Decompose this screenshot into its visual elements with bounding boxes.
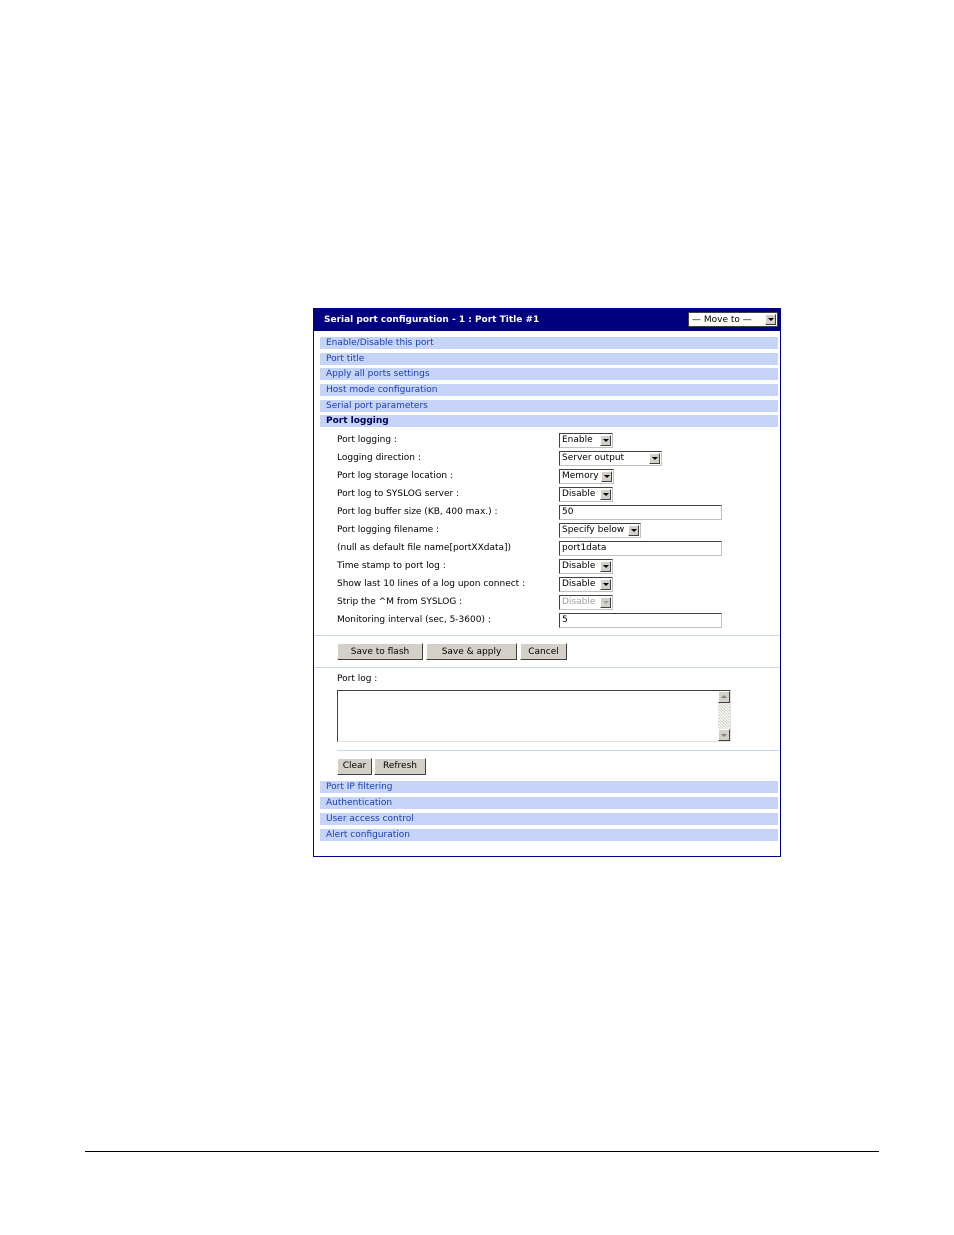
section-port-logging[interactable]: Port logging (320, 415, 778, 428)
field-label: Port logging : (337, 435, 397, 446)
section-authentication[interactable]: Authentication (320, 797, 778, 810)
serial-port-config-panel: Serial port configuration - 1 : Port Tit… (313, 308, 781, 857)
port-log-label: Port log : (337, 674, 378, 685)
section-serial-port-params[interactable]: Serial port parameters (320, 399, 778, 412)
scroll-up-icon[interactable] (718, 691, 730, 704)
field-storage-location: Port log storage location : Memory (314, 467, 780, 485)
select-value: Memory (562, 471, 599, 482)
page-footer-rule (85, 1151, 879, 1152)
strip-ctrl-m-select: Disable (559, 594, 613, 610)
show-last-lines-select[interactable]: Disable (559, 576, 613, 592)
field-monitoring-interval: Monitoring interval (sec, 5-3600) : 5 (314, 611, 780, 629)
field-syslog-server: Port log to SYSLOG server : Disable (314, 485, 780, 503)
monitoring-interval-input[interactable]: 5 (559, 612, 722, 628)
filename-input[interactable]: port1data (559, 540, 722, 556)
select-value: Disable (562, 561, 596, 572)
cancel-button[interactable]: Cancel (520, 643, 567, 661)
field-port-logging: Port logging : Enable (314, 431, 780, 449)
section-user-access-control[interactable]: User access control (320, 812, 778, 825)
logging-filename-select[interactable]: Specify below (559, 522, 641, 538)
chevron-down-icon[interactable] (628, 524, 639, 536)
field-logging-direction: Logging direction : Server output (314, 449, 780, 467)
field-show-last-lines: Show last 10 lines of a log upon connect… (314, 575, 780, 593)
section-alert-configuration[interactable]: Alert configuration (320, 828, 778, 841)
select-value: Enable (562, 435, 593, 446)
chevron-down-icon[interactable] (765, 314, 776, 325)
select-value: Disable (562, 597, 596, 608)
port-log-scrollbar[interactable] (718, 691, 730, 742)
save-apply-button[interactable]: Save & apply (426, 643, 517, 661)
chevron-down-icon[interactable] (600, 434, 611, 446)
chevron-down-icon[interactable] (600, 578, 611, 590)
form-buttons: Save to flash Save & apply Cancel (314, 636, 780, 667)
field-label: Strip the ^M from SYSLOG : (337, 597, 463, 608)
field-filename: (null as default file name[portXXdata]) … (314, 539, 780, 557)
buffer-size-input[interactable]: 50 (559, 504, 722, 520)
move-to-value: — Move to — (692, 314, 752, 325)
field-label: Monitoring interval (sec, 5-3600) : (337, 615, 491, 626)
chevron-down-icon[interactable] (600, 488, 611, 500)
field-label: Port log to SYSLOG server : (337, 489, 460, 500)
scroll-down-icon[interactable] (718, 729, 730, 742)
section-apply-all-ports[interactable]: Apply all ports settings (320, 368, 778, 381)
field-strip-ctrl-m: Strip the ^M from SYSLOG : Disable (314, 593, 780, 611)
chevron-down-icon[interactable] (601, 470, 612, 482)
field-label: (null as default file name[portXXdata]) (337, 543, 512, 554)
save-to-flash-button[interactable]: Save to flash (337, 643, 423, 661)
page-title: Serial port configuration - 1 : Port Tit… (324, 315, 540, 325)
field-label: Port logging filename : (337, 525, 440, 536)
panel-header: Serial port configuration - 1 : Port Tit… (314, 309, 780, 331)
field-buffer-size: Port log buffer size (KB, 400 max.) : 50 (314, 503, 780, 521)
chevron-down-icon (600, 596, 611, 608)
select-value: Server output (562, 453, 625, 464)
storage-location-select[interactable]: Memory (559, 468, 614, 484)
section-enable-disable-port[interactable]: Enable/Disable this port (320, 337, 778, 349)
select-value: Specify below (562, 525, 625, 536)
syslog-server-select[interactable]: Disable (559, 486, 613, 502)
clear-button[interactable]: Clear (337, 757, 372, 775)
port-log-textarea[interactable] (337, 690, 731, 743)
field-label: Port log storage location : (337, 471, 453, 482)
chevron-down-icon[interactable] (600, 560, 611, 572)
logging-direction-select[interactable]: Server output (559, 450, 662, 466)
field-label: Show last 10 lines of a log upon connect… (337, 579, 526, 590)
field-label: Port log buffer size (KB, 400 max.) : (337, 507, 498, 518)
port-log-buttons: Clear Refresh (314, 751, 780, 781)
select-value: Disable (562, 489, 596, 500)
port-logging-select[interactable]: Enable (559, 432, 613, 448)
chevron-down-icon[interactable] (649, 452, 660, 464)
select-value: Disable (562, 579, 596, 590)
section-port-ip-filtering[interactable]: Port IP filtering (320, 781, 778, 794)
field-label: Time stamp to port log : (337, 561, 446, 572)
field-timestamp: Time stamp to port log : Disable (314, 557, 780, 575)
timestamp-select[interactable]: Disable (559, 558, 613, 574)
field-logging-filename: Port logging filename : Specify below (314, 521, 780, 539)
move-to-select[interactable]: — Move to — (688, 312, 778, 327)
field-label: Logging direction : (337, 453, 421, 464)
section-port-title[interactable]: Port title (320, 352, 778, 365)
port-logging-form: Port logging : Enable Logging direction … (314, 431, 780, 781)
refresh-button[interactable]: Refresh (374, 757, 426, 775)
section-host-mode[interactable]: Host mode configuration (320, 384, 778, 397)
